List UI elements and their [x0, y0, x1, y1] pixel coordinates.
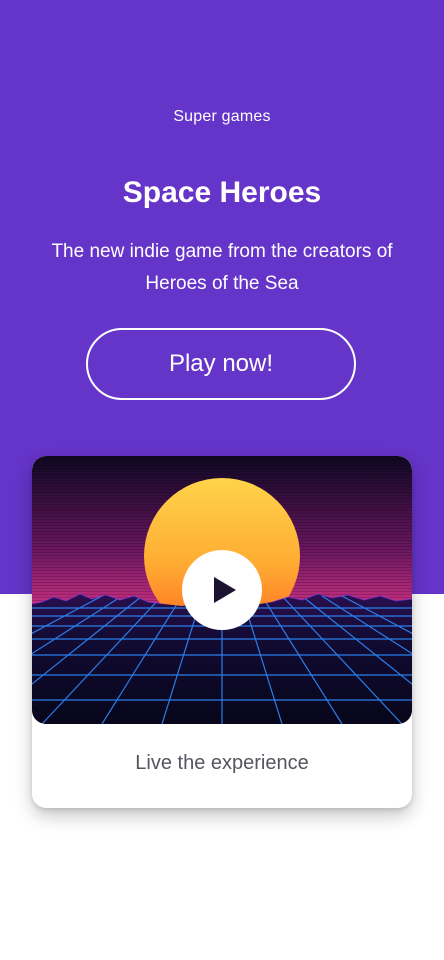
hero-eyebrow: Super games [173, 108, 271, 125]
video-card: Live the experience [32, 456, 412, 808]
hero-subtitle: The new indie game from the creators of … [51, 241, 393, 294]
play-now-button[interactable]: Play now! [86, 328, 356, 400]
video-caption: Live the experience [135, 752, 309, 774]
video-play-button[interactable] [182, 550, 262, 630]
play-icon [214, 577, 236, 603]
video-thumbnail[interactable] [32, 456, 412, 724]
page-title: Space Heroes [122, 176, 322, 209]
